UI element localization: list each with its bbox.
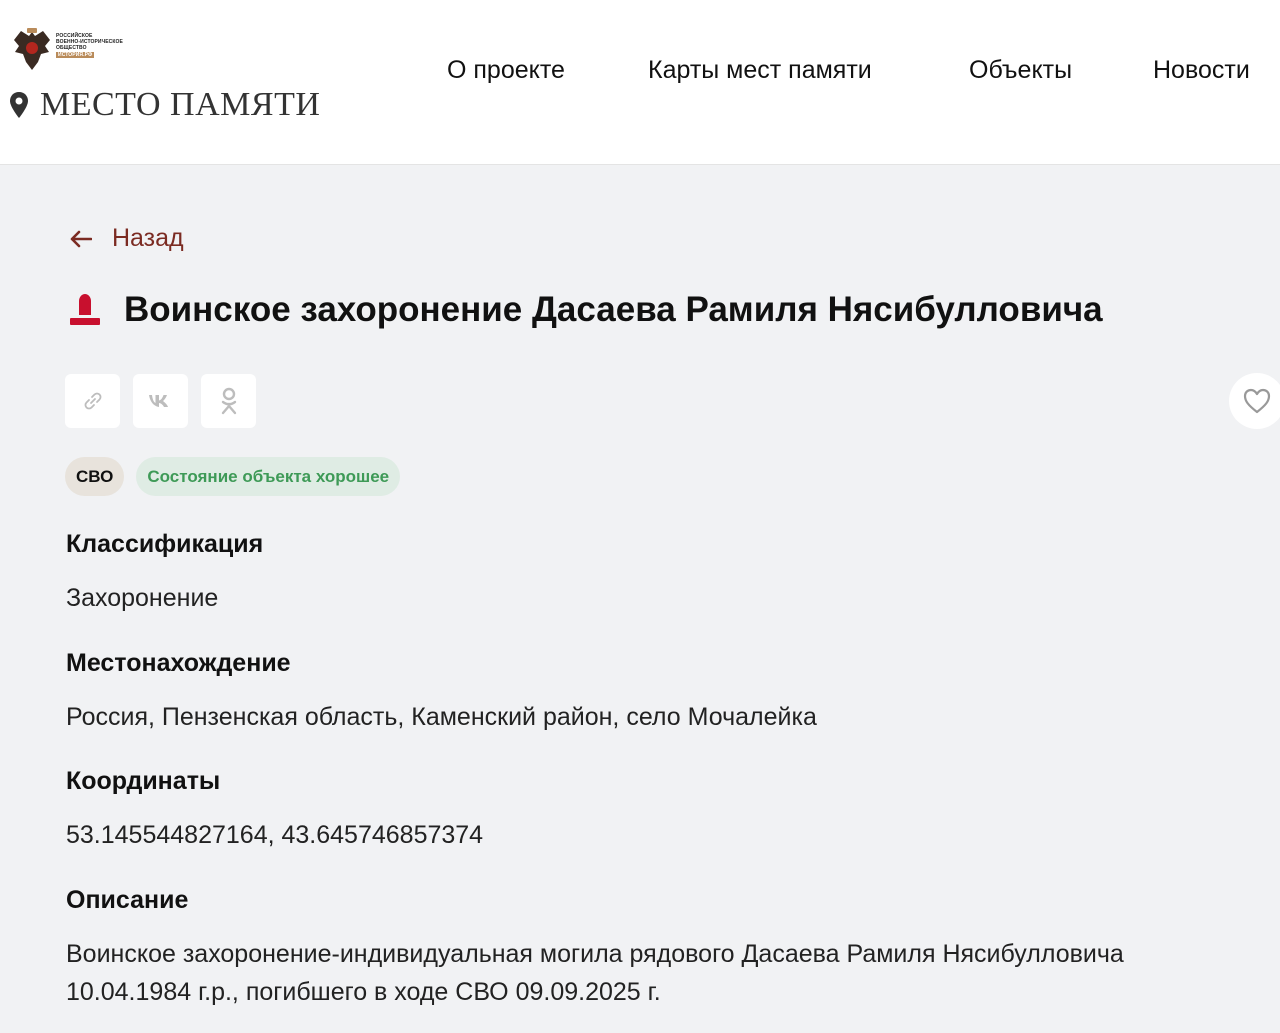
- object-title-row: Воинское захоронение Дасаева Рамиля Няси…: [66, 290, 1103, 330]
- nav-objects[interactable]: Объекты: [969, 56, 1072, 85]
- heart-icon: [1243, 388, 1271, 414]
- share-buttons: [65, 374, 256, 428]
- coordinates-value: 53.145544827164, 43.645746857374: [66, 821, 484, 849]
- nav-memory-maps[interactable]: Карты мест памяти: [648, 56, 872, 85]
- link-icon: [84, 392, 101, 410]
- share-ok-button[interactable]: [201, 374, 256, 428]
- coordinates-label: Координаты: [66, 767, 221, 795]
- classification-value: Захоронение: [66, 584, 219, 612]
- org-tag: ИСТОРИЯ.РФ: [56, 52, 95, 58]
- location-value: Россия, Пензенская область, Каменский ра…: [66, 703, 817, 731]
- classification-label: Классификация: [66, 530, 264, 558]
- page-title: Воинское захоронение Дасаева Рамиля Няси…: [124, 290, 1103, 329]
- favorite-button[interactable]: [1229, 373, 1280, 429]
- status-badge: Состояние объекта хорошее: [136, 457, 401, 496]
- vk-icon: [148, 395, 168, 407]
- nav-about[interactable]: О проекте: [447, 56, 565, 85]
- nav-news[interactable]: Новости: [1153, 56, 1250, 85]
- location-label: Местонахождение: [66, 649, 291, 677]
- gravestone-icon: [70, 294, 100, 325]
- site-name: МЕСТО ПАМЯТИ: [40, 86, 321, 123]
- arrow-left-icon: [70, 230, 92, 247]
- site-logo[interactable]: МЕСТО ПАМЯТИ: [10, 86, 320, 124]
- back-label: Назад: [112, 224, 184, 252]
- copy-link-button[interactable]: [65, 374, 120, 428]
- object-badges: СВО Состояние объекта хорошее: [65, 457, 401, 496]
- double-headed-eagle-emblem-icon[interactable]: [12, 26, 52, 72]
- map-pin-icon: [10, 92, 28, 118]
- category-badge: СВО: [65, 457, 125, 496]
- back-link[interactable]: Назад: [70, 224, 184, 253]
- odnoklassniki-icon: [221, 387, 236, 415]
- site-header: РОССИЙСКОЕ ВОЕННО-ИСТОРИЧЕСКОЕ ОБЩЕСТВО …: [0, 0, 1280, 165]
- share-vk-button[interactable]: [133, 374, 188, 428]
- description-label: Описание: [66, 886, 189, 914]
- org-line-3: ОБЩЕСТВО: [56, 45, 87, 51]
- description-value: Воинское захоронение-индивидуальная моги…: [66, 940, 1124, 1006]
- rvio-logo-text: РОССИЙСКОЕ ВОЕННО-ИСТОРИЧЕСКОЕ ОБЩЕСТВО …: [56, 33, 123, 58]
